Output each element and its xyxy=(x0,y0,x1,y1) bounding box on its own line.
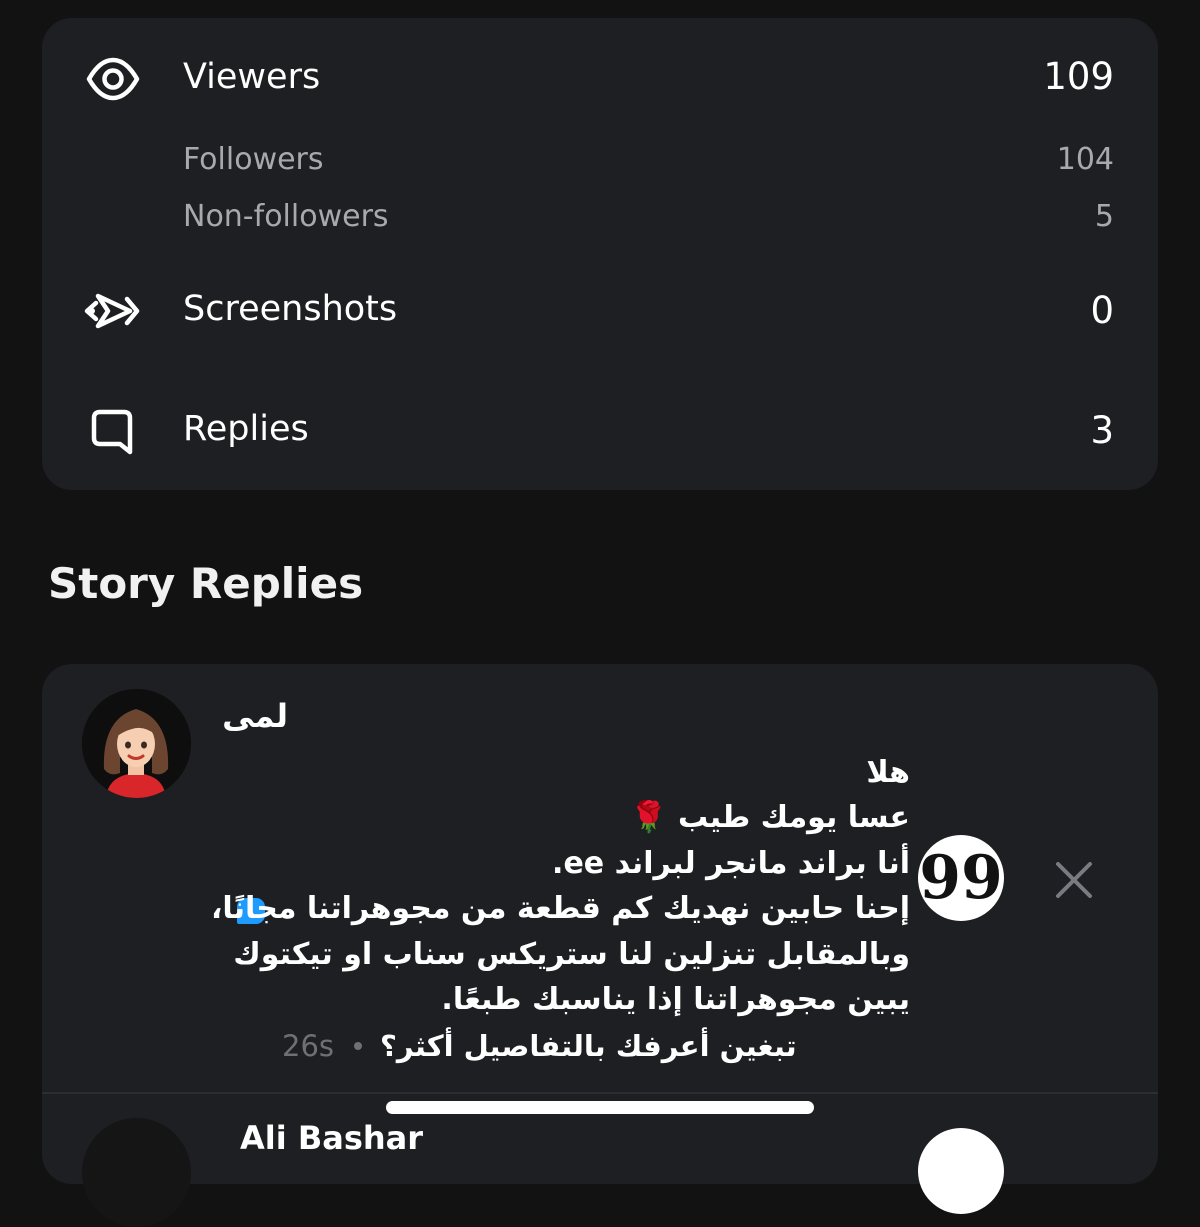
home-indicator[interactable] xyxy=(386,1101,814,1114)
reply-sender-name: Ali Bashar xyxy=(240,1119,424,1157)
quote-glyph: 99 xyxy=(919,843,1003,913)
reply-message: هلا عسا يومك طيب 🌹 أنا براند مانجر لبران… xyxy=(211,750,910,1022)
followers-label: Followers xyxy=(183,142,324,177)
screenshot-arrows-icon xyxy=(84,288,140,334)
non-followers-label: Non-followers xyxy=(183,199,389,234)
message-line-last: تبغين أعرفك بالتفاصيل أكثر؟ xyxy=(380,1029,797,1063)
screenshots-label[interactable]: Screenshots xyxy=(183,292,397,327)
message-line: أنا براند مانجر لبراند ee. xyxy=(552,845,910,881)
message-line: وبالمقابل تنزلين لنا ستريكس سناب او تيكت… xyxy=(233,936,910,972)
avatar[interactable] xyxy=(82,1118,191,1227)
close-icon[interactable] xyxy=(1054,860,1094,900)
quote-icon[interactable] xyxy=(918,1128,1004,1214)
story-stats-card: Viewers 109 Followers 104 Non-followers … xyxy=(42,18,1158,490)
message-line: هلا xyxy=(866,755,910,790)
divider xyxy=(42,1092,1158,1094)
chat-bubble-icon xyxy=(90,408,134,456)
reply-meta: 26s تبغين أعرفك بالتفاصيل أكثر؟ xyxy=(282,1026,797,1066)
replies-label[interactable]: Replies xyxy=(183,412,309,447)
reply-sender-name: لمى xyxy=(222,697,288,735)
message-line: يبين مجوهراتنا إذا يناسبك طبعًا. xyxy=(441,982,910,1018)
message-line: إحنا حابين نهديك كم قطعة من مجوهراتنا مج… xyxy=(211,891,910,927)
story-replies-heading: Story Replies xyxy=(48,559,364,608)
followers-count: 104 xyxy=(1056,142,1114,177)
non-followers-count: 5 xyxy=(1094,199,1114,234)
screenshots-count: 0 xyxy=(1090,289,1114,332)
separator-dot xyxy=(354,1042,363,1050)
eye-icon xyxy=(86,56,140,102)
viewers-label[interactable]: Viewers xyxy=(183,60,320,95)
message-line: عسا يومك طيب 🌹 xyxy=(630,800,910,836)
reply-timestamp: 26s xyxy=(282,1029,335,1063)
viewers-count: 109 xyxy=(1043,55,1114,98)
quote-icon[interactable]: 99 xyxy=(918,835,1004,921)
replies-count: 3 xyxy=(1090,409,1114,452)
